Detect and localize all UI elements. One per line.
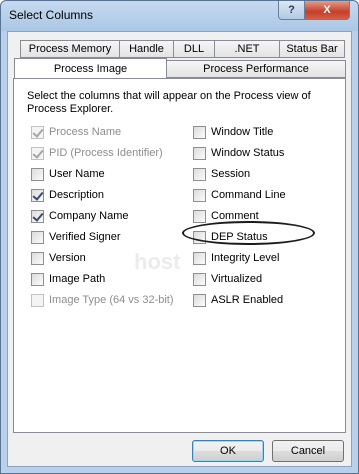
watermark: host [134,249,181,274]
cancel-button[interactable]: Cancel [272,440,344,462]
checkbox-box[interactable] [31,125,44,139]
dialog-body: Process Memory Handle DLL .NET Status Ba… [7,31,352,467]
tab-handle[interactable]: Handle [119,40,174,58]
checkbox-aslr-enabled[interactable]: ASLR Enabled [193,292,283,308]
checkbox-label: ASLR Enabled [211,294,284,306]
checkbox-description[interactable]: Description [31,187,104,203]
checkbox-process-name[interactable]: Process Name [31,124,121,140]
checkbox-box[interactable] [31,293,44,307]
checkbox-label: DEP Status [211,231,268,243]
checkbox-label: Window Title [211,126,274,138]
tab-process-memory[interactable]: Process Memory [20,40,120,58]
checkbox-label: Command Line [211,189,286,201]
checkbox-label: Verified Signer [49,231,121,243]
tab-process-image[interactable]: Process Image [14,58,167,78]
checkbox-box[interactable] [193,272,206,286]
checkbox-window-status[interactable]: Window Status [193,145,284,161]
tab-status-bar[interactable]: Status Bar [279,40,345,58]
ok-button[interactable]: OK [192,440,264,462]
instructions-text: Select the columns that will appear on t… [27,90,311,115]
checkbox-box[interactable] [31,230,44,244]
tab-process-performance[interactable]: Process Performance [166,60,346,78]
checkbox-box[interactable] [193,125,206,139]
checkbox-company-name[interactable]: Company Name [31,208,128,224]
checkbox-label: Description [49,189,105,201]
checkbox-label: Image Path [49,273,106,285]
checkbox-box[interactable] [193,167,206,181]
checkbox-comment[interactable]: Comment [193,208,259,224]
select-columns-dialog: Select Columns ? X Process Memory Handle… [0,0,359,474]
checkbox-label: Process Name [49,126,122,138]
checkbox-label: Virtualized [211,273,263,285]
checkbox-box[interactable] [193,230,206,244]
help-button[interactable]: ? [278,1,305,20]
checkbox-label: Integrity Level [211,252,280,264]
checkbox-box[interactable] [193,146,206,160]
checkbox-box[interactable] [193,188,206,202]
checkbox-box[interactable] [193,209,206,223]
checkbox-pid[interactable]: PID (Process Identifier) [31,145,163,161]
checkbox-box[interactable] [31,272,44,286]
checkbox-label: Company Name [49,210,129,222]
help-icon: ? [288,4,295,16]
title-bar[interactable]: Select Columns ? X [1,1,358,31]
close-icon: X [323,4,331,16]
checkbox-image-path[interactable]: Image Path [31,271,105,287]
checkbox-box[interactable] [31,188,44,202]
tab-dll[interactable]: DLL [173,40,215,58]
checkbox-command-line[interactable]: Command Line [193,187,286,203]
checkbox-label: User Name [49,168,105,180]
close-button[interactable]: X [304,1,350,20]
checkbox-label: Image Type (64 vs 32-bit) [49,294,174,306]
checkbox-box[interactable] [193,251,206,265]
checkbox-box[interactable] [31,209,44,223]
checkbox-window-title[interactable]: Window Title [193,124,273,140]
checkbox-virtualized[interactable]: Virtualized [193,271,262,287]
checkbox-box[interactable] [31,146,44,160]
tab-panel: Select the columns that will appear on t… [13,78,346,433]
checkbox-label: Comment [211,210,259,222]
checkbox-box[interactable] [193,293,206,307]
checkbox-verified-signer[interactable]: Verified Signer [31,229,121,245]
checkbox-image-type[interactable]: Image Type (64 vs 32-bit) [31,292,174,308]
checkbox-label: Version [49,252,86,264]
checkbox-label: PID (Process Identifier) [49,147,163,159]
checkbox-box[interactable] [31,167,44,181]
checkbox-label: Session [211,168,251,180]
checkbox-box[interactable] [31,251,44,265]
tab-dotnet[interactable]: .NET [214,40,280,58]
checkbox-dep-status[interactable]: DEP Status [193,229,268,245]
checkbox-user-name[interactable]: User Name [31,166,105,182]
checkbox-label: Window Status [211,147,285,159]
checkbox-session[interactable]: Session [193,166,250,182]
window-title: Select Columns [9,8,94,22]
checkbox-version[interactable]: Version [31,250,86,266]
checkbox-integrity-level[interactable]: Integrity Level [193,250,279,266]
